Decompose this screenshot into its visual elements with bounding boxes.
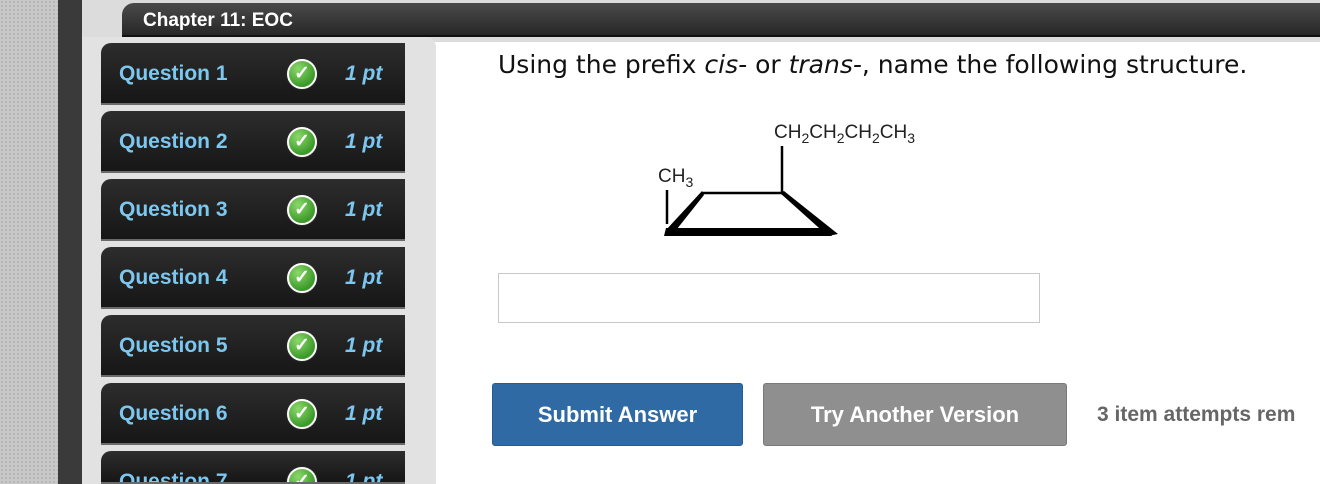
check-circle-icon: ✓ — [287, 399, 317, 429]
question-label: Question 6 — [119, 402, 228, 425]
question-points: 1 pt — [345, 198, 383, 221]
prompt-text-middle: or — [747, 50, 789, 79]
question-item-6[interactable]: Question 6 ✓ 1 pt — [101, 383, 405, 445]
question-item-1[interactable]: Question 1 ✓ 1 pt — [101, 43, 405, 105]
question-item-7[interactable]: Question 7 ✓ 1 pt — [101, 451, 405, 484]
chapter-header: Chapter 11: EOC — [122, 3, 1320, 37]
left-dark-band — [58, 0, 82, 484]
prompt-text-start: Using the prefix — [498, 50, 705, 79]
left-texture-strip — [0, 0, 58, 484]
check-circle-icon: ✓ — [287, 331, 317, 361]
check-circle-icon: ✓ — [287, 127, 317, 157]
check-circle-icon: ✓ — [287, 59, 317, 89]
question-points: 1 pt — [345, 470, 383, 484]
question-label: Question 1 — [119, 62, 228, 85]
prompt-cis: cis- — [704, 50, 748, 79]
question-points: 1 pt — [345, 266, 383, 289]
question-points: 1 pt — [345, 402, 383, 425]
question-label: Question 5 — [119, 334, 228, 357]
question-item-2[interactable]: Question 2 ✓ 1 pt — [101, 111, 405, 173]
check-circle-icon: ✓ — [287, 467, 317, 482]
left-substituent-label: CH3 — [658, 166, 693, 190]
prompt-trans: trans- — [788, 50, 862, 79]
question-label: Question 4 — [119, 266, 228, 289]
right-substituent-label: CH2CH2CH2CH3 — [774, 122, 915, 146]
left-wedge-bond — [666, 191, 704, 234]
question-points: 1 pt — [345, 130, 383, 153]
question-label: Question 3 — [119, 198, 228, 221]
question-item-3[interactable]: Question 3 ✓ 1 pt — [101, 179, 405, 241]
question-points: 1 pt — [345, 334, 383, 357]
question-prompt: Using the prefix cis- or trans-, name th… — [498, 50, 1318, 79]
check-circle-icon: ✓ — [287, 263, 317, 293]
question-label: Question 2 — [119, 130, 228, 153]
submit-answer-button[interactable]: Submit Answer — [492, 383, 743, 446]
try-another-version-button[interactable]: Try Another Version — [763, 383, 1067, 446]
question-label: Question 7 — [119, 470, 228, 484]
question-item-4[interactable]: Question 4 ✓ 1 pt — [101, 247, 405, 309]
chapter-title: Chapter 11: EOC — [143, 10, 293, 31]
chemical-structure: CH3 CH2CH2CH2CH3 — [658, 122, 915, 236]
question-item-5[interactable]: Question 5 ✓ 1 pt — [101, 315, 405, 377]
prompt-text-end: , name the following structure. — [861, 50, 1248, 79]
question-points: 1 pt — [345, 62, 383, 85]
attempts-remaining-text: 3 item attempts rem — [1097, 403, 1296, 426]
answer-input[interactable] — [498, 273, 1040, 323]
check-circle-icon: ✓ — [287, 195, 317, 225]
front-bond — [664, 228, 832, 236]
